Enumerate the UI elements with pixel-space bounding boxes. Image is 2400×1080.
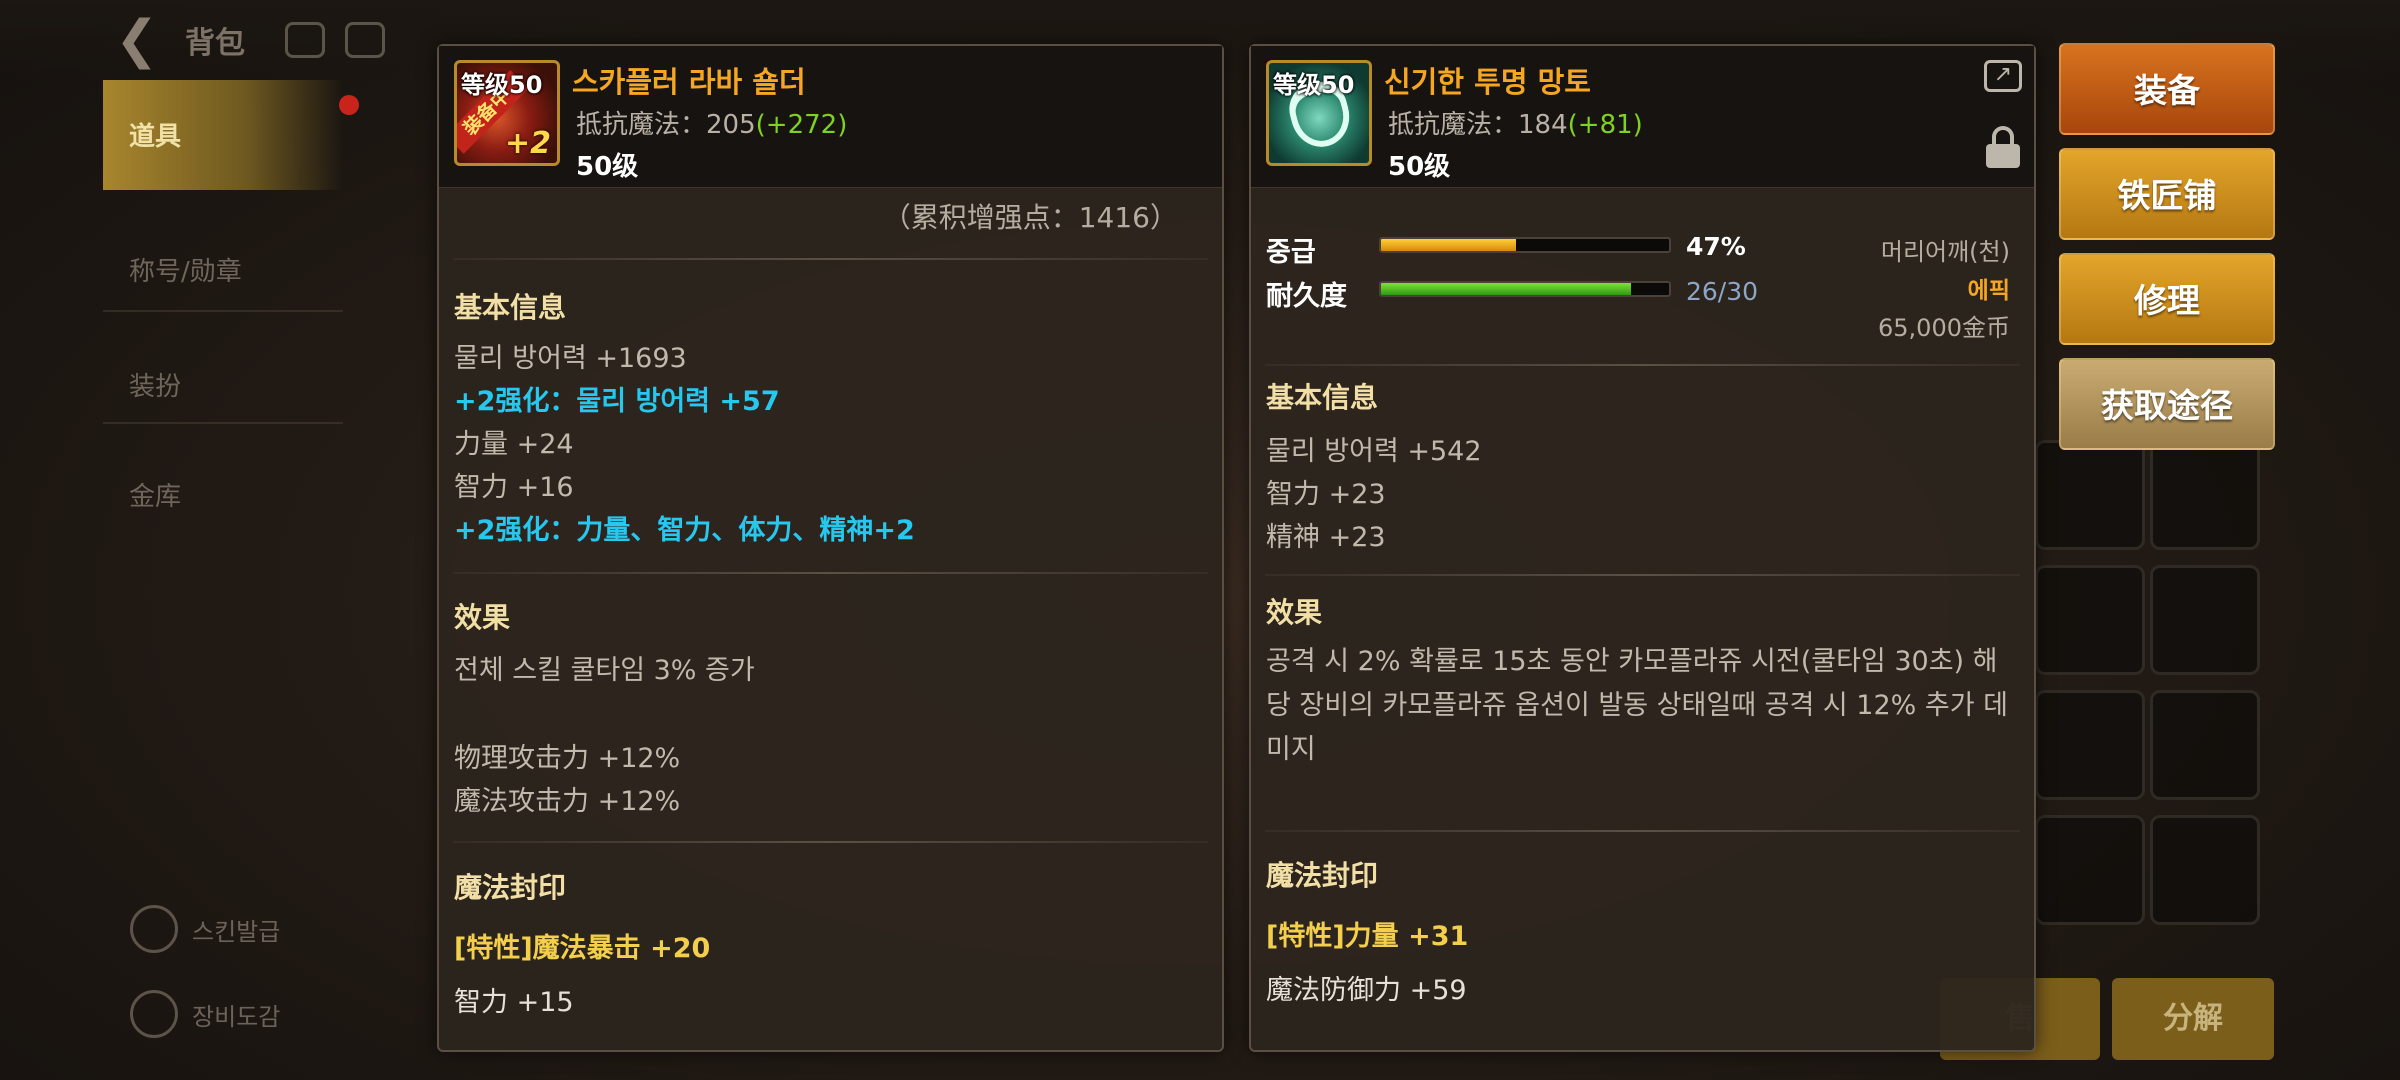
effect-line: 전체 스킬 쿨타임 3% 증가: [454, 655, 755, 686]
selected-item-tooltip: 等级50 신기한 투명 망토 抵抗魔法：184(+81) 50级 ↗ 중급 47…: [1249, 44, 2036, 1052]
codex-icon: [120, 980, 188, 1048]
inventory-slot[interactable]: [2035, 690, 2145, 800]
seal-trait-line: [特性]力量 +31: [1266, 921, 1469, 952]
skin-link-label: 스킨발급: [192, 917, 281, 946]
stat-label: 抵抗魔法：184: [1388, 110, 1568, 140]
durability-gauge: [1379, 281, 1671, 297]
durability-value: 26/30: [1686, 277, 1759, 306]
equip-button[interactable]: 装备: [2059, 43, 2275, 135]
icon-level-badge: 等级50: [1273, 71, 1355, 99]
repair-button[interactable]: 修理: [2059, 253, 2275, 345]
item-main-stat: 抵抗魔法：184(+81): [1388, 104, 1643, 141]
acquire-source-button[interactable]: 获取途径: [2059, 358, 2275, 450]
enhance-line: +2强化：力量、智力、体力、精神+2: [454, 515, 915, 546]
item-name: 스카플러 라바 숄더: [572, 65, 806, 99]
lock-body: [1986, 144, 2020, 168]
effect-title: 效果: [1266, 596, 1323, 629]
divider: [453, 572, 1208, 574]
inventory-slot[interactable]: [2150, 815, 2260, 925]
icon-level-badge: 等级50: [461, 71, 543, 99]
tab-items[interactable]: 道具: [103, 80, 343, 190]
seal-line: 魔法防御力 +59: [1266, 975, 1467, 1006]
lock-icon[interactable]: [1986, 126, 2020, 168]
disassemble-button[interactable]: 分解: [2112, 978, 2274, 1060]
diamond-icon: [120, 895, 188, 963]
basic-line: 물리 방어력 +1693: [454, 343, 687, 374]
tooltip-header: 等级50 신기한 투명 망토 抵抗魔法：184(+81) 50级 ↗: [1251, 46, 2034, 188]
basic-line: 精神 +23: [1266, 522, 1386, 553]
skin-link[interactable]: 스킨발급: [120, 895, 281, 963]
inventory-slot[interactable]: [2150, 565, 2260, 675]
divider: [1265, 830, 2020, 832]
basic-info-title: 基本信息: [454, 291, 567, 324]
stat-bonus: (+81): [1567, 110, 1643, 140]
codex-link[interactable]: 장비도감: [120, 980, 281, 1048]
codex-link-label: 장비도감: [192, 1002, 281, 1031]
tab-titles[interactable]: 称号/勋章: [103, 215, 343, 325]
item-price: 65,000金币: [1878, 314, 2010, 342]
inventory-slot[interactable]: [2035, 565, 2145, 675]
grade-gauge: [1379, 237, 1671, 253]
effect-title: 效果: [454, 601, 511, 634]
eye-icon[interactable]: [285, 22, 325, 58]
share-icon[interactable]: ↗: [1984, 60, 2022, 92]
inventory-title: 背包: [185, 26, 245, 61]
item-slot-type: 머리어깨(천): [1880, 238, 2010, 266]
equipped-item-tooltip: 装备中 等级50 +2 스카플러 라바 숄더 抵抗魔法：205(+272) 50…: [437, 44, 1224, 1052]
settings-icon[interactable]: [345, 22, 385, 58]
item-name: 신기한 투명 망토: [1384, 65, 1591, 99]
inventory-slot[interactable]: [2035, 815, 2145, 925]
durability-label: 耐久度: [1266, 281, 1347, 312]
seal-line: 智力 +15: [454, 987, 574, 1018]
basic-line: 力量 +24: [454, 429, 574, 460]
basic-line: 물리 방어력 +542: [1266, 436, 1482, 467]
effect-description: 공격 시 2% 확률로 15초 동안 카모플라쥬 시전(쿨타임 30초) 해당 …: [1266, 646, 2008, 765]
stat-bonus: (+272): [755, 110, 848, 140]
divider: [103, 422, 343, 424]
seal-title: 魔法封印: [454, 871, 567, 904]
seal-title: 魔法封印: [1266, 859, 1379, 892]
divider: [103, 310, 343, 312]
grade-gauge-fill: [1381, 239, 1517, 251]
blacksmith-button[interactable]: 铁匠铺: [2059, 148, 2275, 240]
grade-label: 중급: [1266, 237, 1316, 268]
divider: [1265, 364, 2020, 366]
notification-dot: [339, 95, 359, 115]
effect-line: 魔法攻击力 +12%: [454, 786, 681, 817]
inventory-slot[interactable]: [2150, 690, 2260, 800]
item-level: 50级: [576, 152, 639, 182]
grade-value: 47%: [1686, 232, 1746, 261]
basic-line: 智力 +16: [454, 472, 574, 503]
stat-label: 抵抗魔法：205: [576, 110, 756, 140]
divider: [453, 841, 1208, 843]
basic-info-title: 基本信息: [1266, 381, 1379, 414]
seal-trait-line: [特性]魔法暴击 +20: [454, 933, 711, 964]
basic-line: 智力 +23: [1266, 479, 1386, 510]
item-level: 50级: [1388, 152, 1451, 182]
back-arrow-icon[interactable]: ❮: [115, 12, 175, 68]
rarity-badge: 에픽: [1967, 278, 2010, 304]
shoulder-item-icon: 装备中 等级50 +2: [454, 60, 560, 166]
tab-vault[interactable]: 金库: [103, 440, 343, 550]
divider: [1265, 574, 2020, 576]
tooltip-header: 装备中 等级50 +2 스카플러 라바 숄더 抵抗魔法：205(+272) 50…: [439, 46, 1222, 188]
durability-gauge-fill: [1381, 283, 1631, 295]
inventory-slot[interactable]: [2035, 440, 2145, 550]
cumulative-enhance: （累积增强点：1416）: [882, 201, 1178, 234]
item-main-stat: 抵抗魔法：205(+272): [576, 104, 847, 141]
enhance-line: +2强化：물리 방어력 +57: [454, 386, 780, 417]
divider: [453, 258, 1208, 260]
effect-line: 物理攻击力 +12%: [454, 743, 681, 774]
enhance-level-badge: +2: [504, 126, 551, 161]
cloak-item-icon: 等级50: [1266, 60, 1372, 166]
inventory-slot[interactable]: [2150, 440, 2260, 550]
